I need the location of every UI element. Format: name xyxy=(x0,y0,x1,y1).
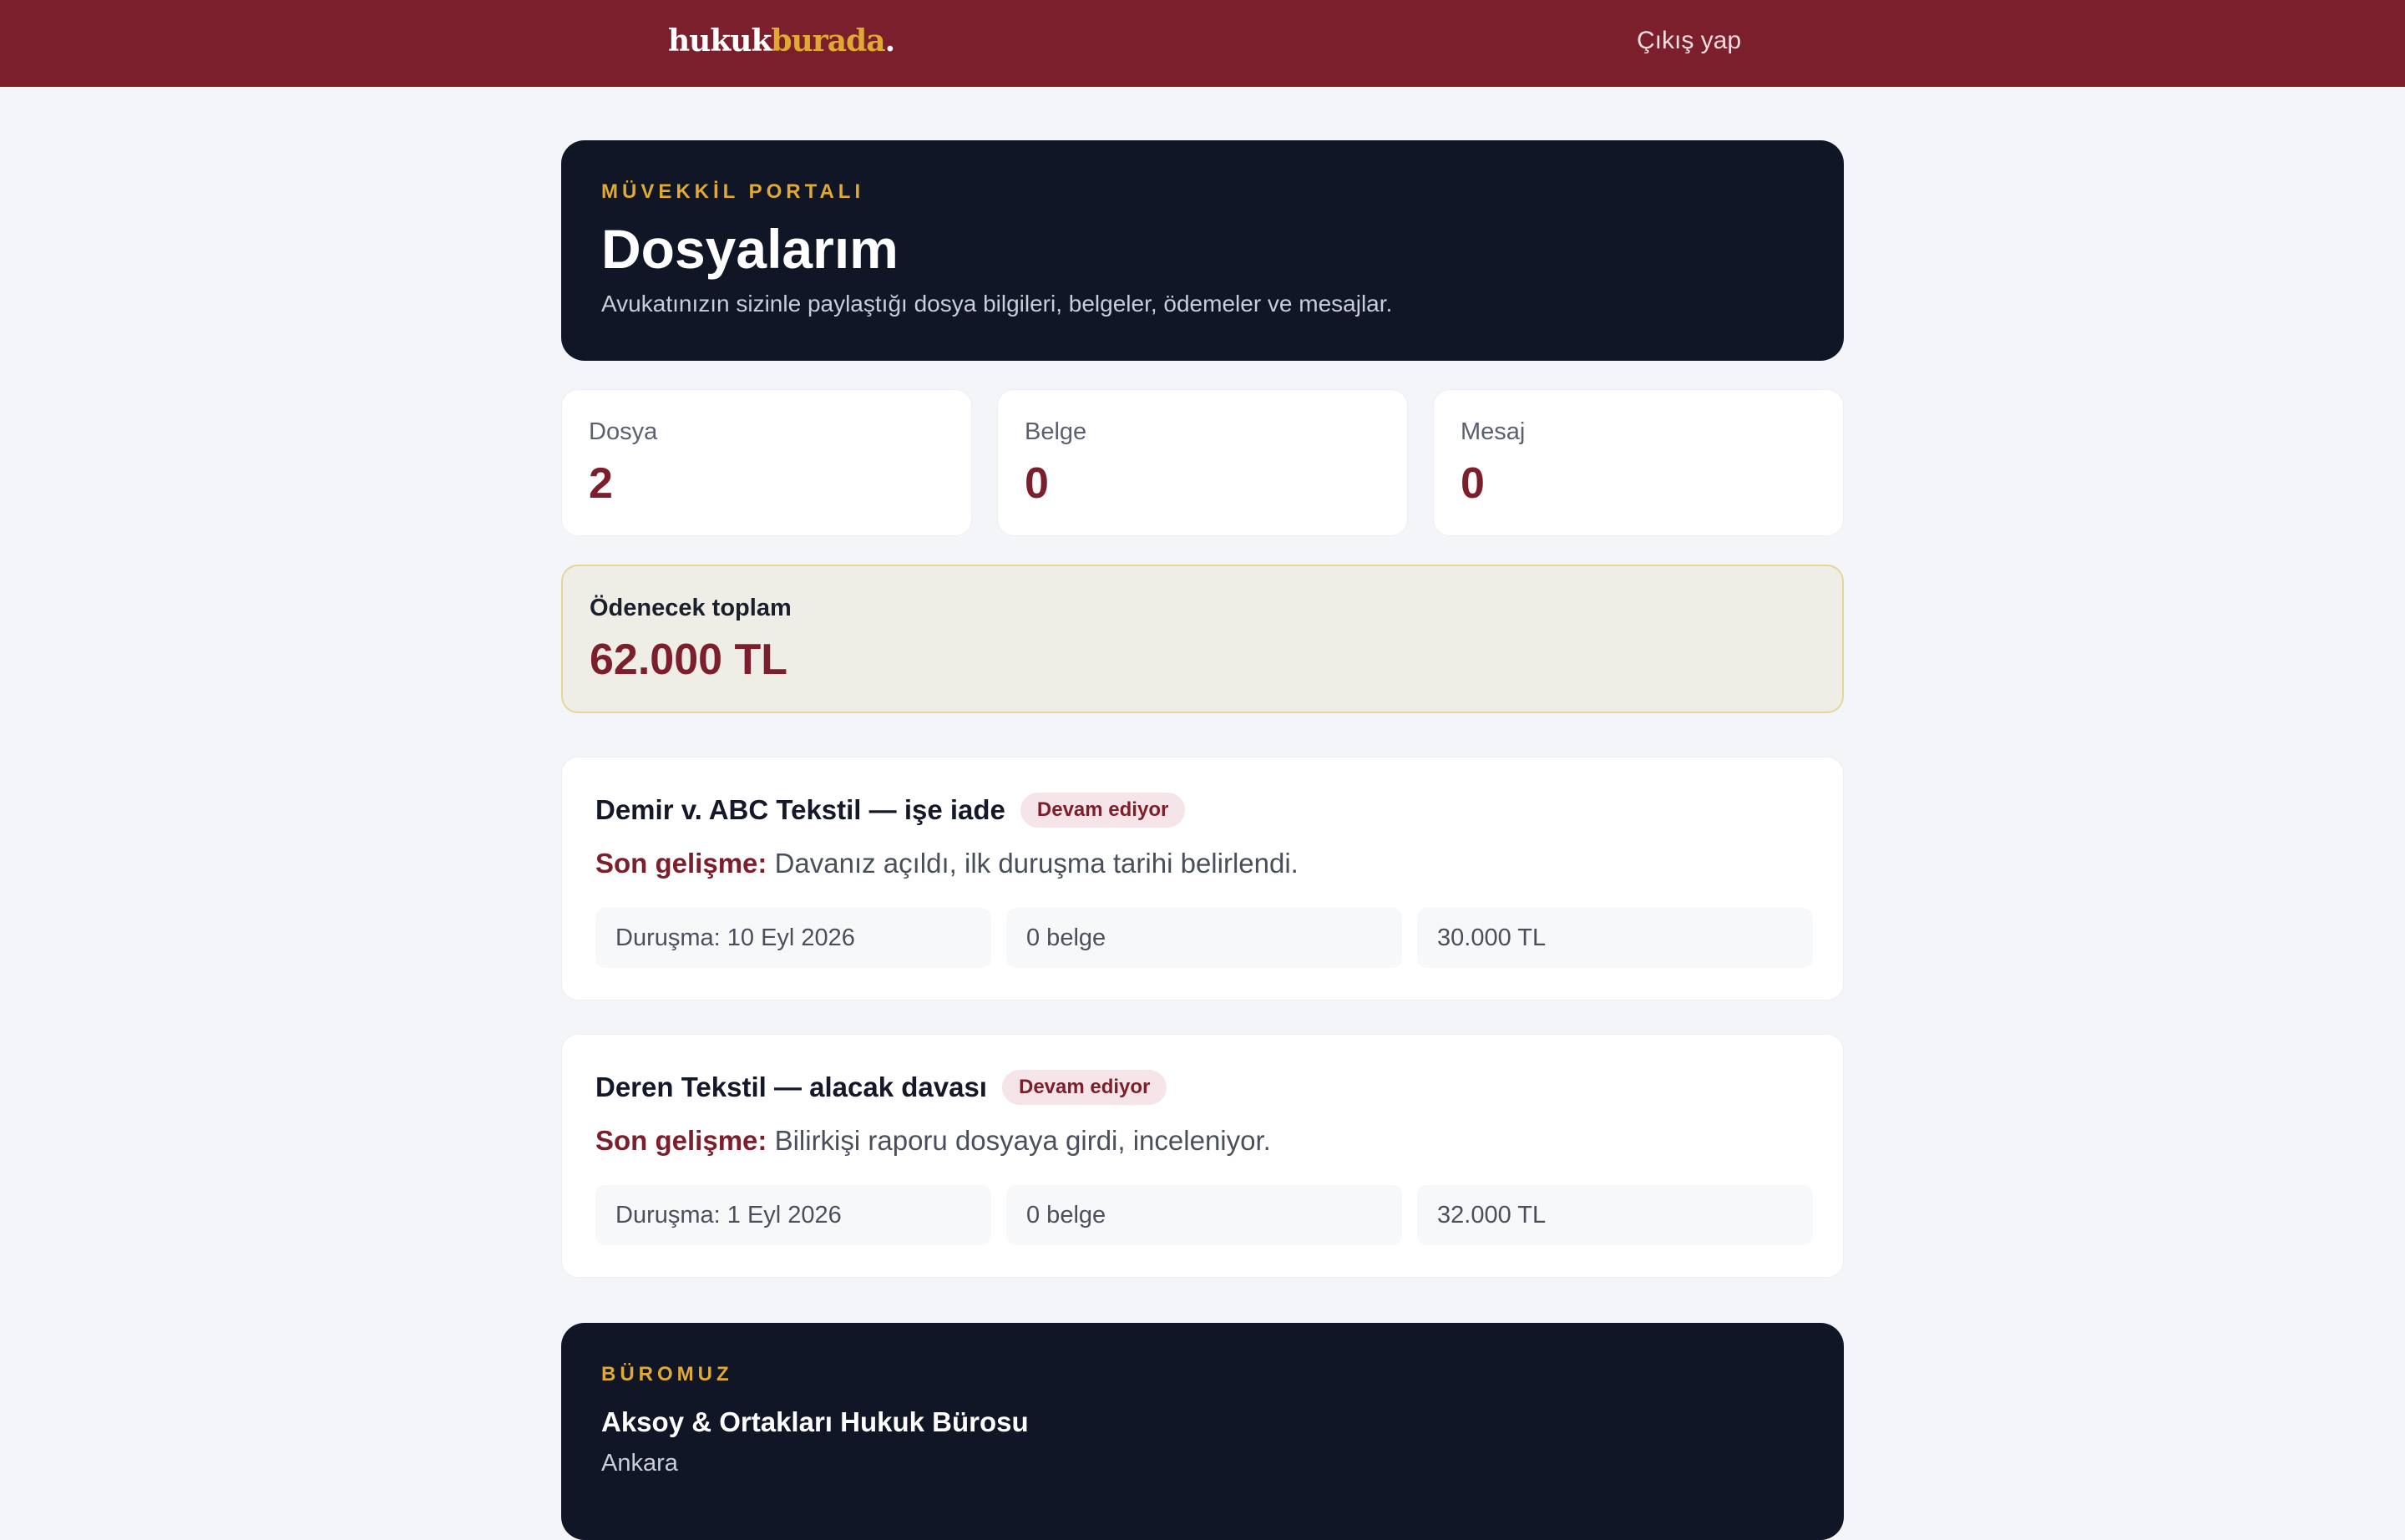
amount-chip: 30.000 TL xyxy=(1417,908,1813,968)
case-title: Demir v. ABC Tekstil — işe iade xyxy=(595,794,1005,825)
latest-update-label: Son gelişme: xyxy=(595,1125,767,1156)
latest-update-text: Davanız açıldı, ilk duruşma tarihi belir… xyxy=(774,848,1299,879)
case-header: Deren Tekstil — alacak davası Devam ediy… xyxy=(595,1070,1167,1105)
case-card[interactable]: Demir v. ABC Tekstil — işe iade Devam ed… xyxy=(561,757,1844,1000)
case-latest-update: Son gelişme: Bilirkişi raporu dosyaya gi… xyxy=(595,1125,1271,1157)
stat-label: Mesaj xyxy=(1461,418,1526,445)
case-card[interactable]: Deren Tekstil — alacak davası Devam ediy… xyxy=(561,1034,1844,1278)
status-badge: Devam ediyor xyxy=(1020,793,1186,828)
document-count-chip: 0 belge xyxy=(1006,1185,1402,1245)
office-panel: BÜROMUZ Aksoy & Ortakları Hukuk Bürosu A… xyxy=(561,1323,1844,1540)
case-details: Duruşma: 1 Eyl 2026 0 belge 32.000 TL xyxy=(595,1185,1813,1245)
office-name: Aksoy & Ortakları Hukuk Bürosu xyxy=(601,1406,1029,1437)
hearing-date-chip: Duruşma: 1 Eyl 2026 xyxy=(595,1185,991,1245)
latest-update-label: Son gelişme: xyxy=(595,848,767,879)
logo[interactable]: hukukburada. xyxy=(668,23,896,58)
case-header: Demir v. ABC Tekstil — işe iade Devam ed… xyxy=(595,793,1186,828)
logo-part-1: hukuk xyxy=(668,23,772,58)
stat-label: Belge xyxy=(1025,418,1087,445)
document-count-chip: 0 belge xyxy=(1006,908,1402,968)
logo-dot: . xyxy=(884,23,896,58)
stat-value: 0 xyxy=(1025,459,1049,508)
stat-value: 0 xyxy=(1461,459,1485,508)
stat-card-documents: Belge 0 xyxy=(997,389,1408,536)
office-city: Ankara xyxy=(601,1450,678,1477)
page-subtitle: Avukatınızın sizinle paylaştığı dosya bi… xyxy=(601,291,1393,317)
case-latest-update: Son gelişme: Davanız açıldı, ilk duruşma… xyxy=(595,848,1299,879)
amount-due-label: Ödenecek toplam xyxy=(590,595,792,621)
hero-eyebrow: MÜVEKKİL PORTALI xyxy=(601,180,865,203)
stat-label: Dosya xyxy=(589,418,658,445)
logout-link[interactable]: Çıkış yap xyxy=(1637,27,1741,55)
latest-update-text: Bilirkişi raporu dosyaya girdi, inceleni… xyxy=(774,1125,1271,1156)
hero-panel: MÜVEKKİL PORTALI Dosyalarım Avukatınızın… xyxy=(561,140,1844,361)
hearing-date-chip: Duruşma: 10 Eyl 2026 xyxy=(595,908,991,968)
stat-card-messages: Mesaj 0 xyxy=(1433,389,1844,536)
top-bar: hukukburada. Çıkış yap xyxy=(0,0,2405,87)
amount-chip: 32.000 TL xyxy=(1417,1185,1813,1245)
office-eyebrow: BÜROMUZ xyxy=(601,1363,733,1385)
page-title: Dosyalarım xyxy=(601,218,899,280)
case-details: Duruşma: 10 Eyl 2026 0 belge 30.000 TL xyxy=(595,908,1813,968)
case-title: Deren Tekstil — alacak davası xyxy=(595,1071,987,1102)
amount-due-card: Ödenecek toplam 62.000 TL xyxy=(561,565,1844,713)
logo-part-2: burada xyxy=(771,23,885,58)
stat-card-files: Dosya 2 xyxy=(561,389,972,536)
amount-due-value: 62.000 TL xyxy=(590,636,788,684)
status-badge: Devam ediyor xyxy=(1001,1070,1167,1105)
stat-value: 2 xyxy=(589,459,613,508)
